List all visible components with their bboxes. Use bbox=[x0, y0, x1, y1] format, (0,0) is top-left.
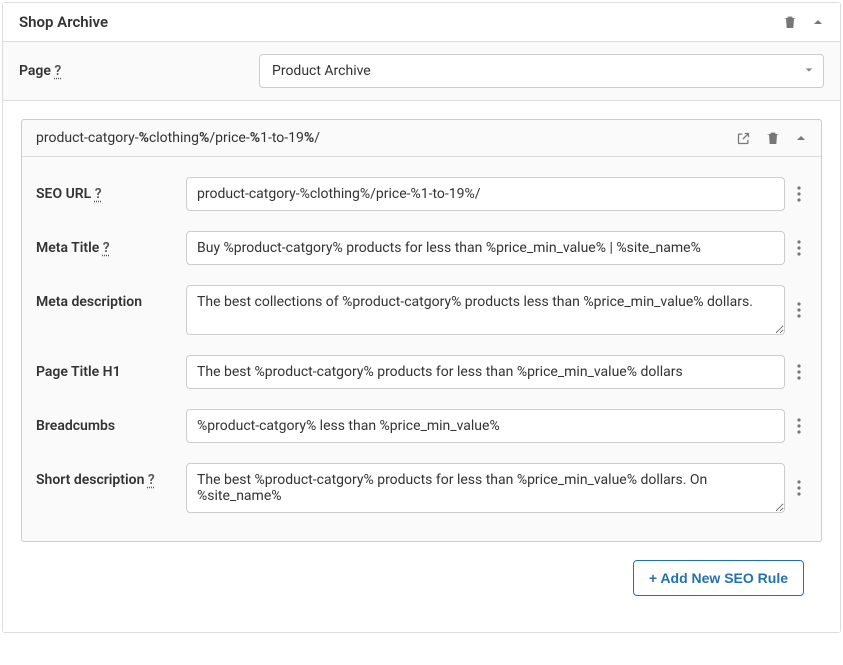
help-icon[interactable]: ? bbox=[95, 186, 102, 202]
panel-title: Shop Archive bbox=[19, 13, 782, 31]
page-label: Page ? bbox=[19, 63, 259, 79]
page-title-h1-input[interactable] bbox=[186, 355, 785, 389]
field-seo-url: SEO URL ? bbox=[36, 167, 807, 221]
field-label: Meta Title ? bbox=[36, 231, 186, 256]
rule-slug: product-catgory-%clothing%/price-%1-to-1… bbox=[36, 130, 736, 146]
more-icon[interactable] bbox=[791, 285, 807, 335]
more-icon[interactable] bbox=[791, 177, 807, 211]
field-breadcrumbs: Breadcumbs bbox=[36, 399, 807, 453]
rule-fields: SEO URL ? Meta Title ? bbox=[22, 157, 821, 541]
field-meta-title: Meta Title ? bbox=[36, 221, 807, 275]
panel-header-actions bbox=[782, 14, 824, 30]
page-select[interactable]: Product Archive bbox=[259, 54, 824, 88]
page-selector-row: Page ? Product Archive bbox=[3, 42, 840, 101]
seo-rule-card: product-catgory-%clothing%/price-%1-to-1… bbox=[21, 119, 822, 542]
help-icon[interactable]: ? bbox=[103, 240, 110, 256]
page-select-value: Product Archive bbox=[272, 63, 371, 79]
rule-header-actions bbox=[736, 130, 807, 146]
breadcrumbs-input[interactable] bbox=[186, 409, 785, 443]
field-page-title-h1: Page Title H1 bbox=[36, 345, 807, 399]
collapse-icon[interactable] bbox=[795, 132, 807, 144]
shop-archive-panel: Shop Archive Page ? Product Archive bbox=[2, 2, 841, 633]
field-label: Breadcumbs bbox=[36, 409, 186, 434]
short-description-input[interactable] bbox=[186, 463, 785, 513]
collapse-icon[interactable] bbox=[812, 16, 824, 28]
field-label: SEO URL ? bbox=[36, 177, 186, 202]
field-label: Short description ? bbox=[36, 463, 186, 488]
panel-body: product-catgory-%clothing%/price-%1-to-1… bbox=[3, 101, 840, 632]
help-icon[interactable]: ? bbox=[148, 472, 155, 488]
meta-title-input[interactable] bbox=[186, 231, 785, 265]
trash-icon[interactable] bbox=[782, 14, 798, 30]
more-icon[interactable] bbox=[791, 231, 807, 265]
external-link-icon[interactable] bbox=[736, 131, 751, 146]
field-meta-description: Meta description bbox=[36, 275, 807, 345]
rule-header: product-catgory-%clothing%/price-%1-to-1… bbox=[22, 120, 821, 157]
trash-icon[interactable] bbox=[765, 130, 781, 146]
field-label: Meta description bbox=[36, 285, 186, 310]
page-label-text: Page bbox=[19, 63, 51, 79]
seo-url-input[interactable] bbox=[186, 177, 785, 211]
panel-footer: + Add New SEO Rule bbox=[21, 542, 822, 614]
field-short-description: Short description ? bbox=[36, 453, 807, 523]
meta-description-input[interactable] bbox=[186, 285, 785, 335]
add-seo-rule-button[interactable]: + Add New SEO Rule bbox=[633, 560, 804, 596]
more-icon[interactable] bbox=[791, 463, 807, 513]
panel-header: Shop Archive bbox=[3, 3, 840, 42]
field-label: Page Title H1 bbox=[36, 355, 186, 380]
more-icon[interactable] bbox=[791, 355, 807, 389]
help-icon[interactable]: ? bbox=[54, 63, 61, 79]
more-icon[interactable] bbox=[791, 409, 807, 443]
